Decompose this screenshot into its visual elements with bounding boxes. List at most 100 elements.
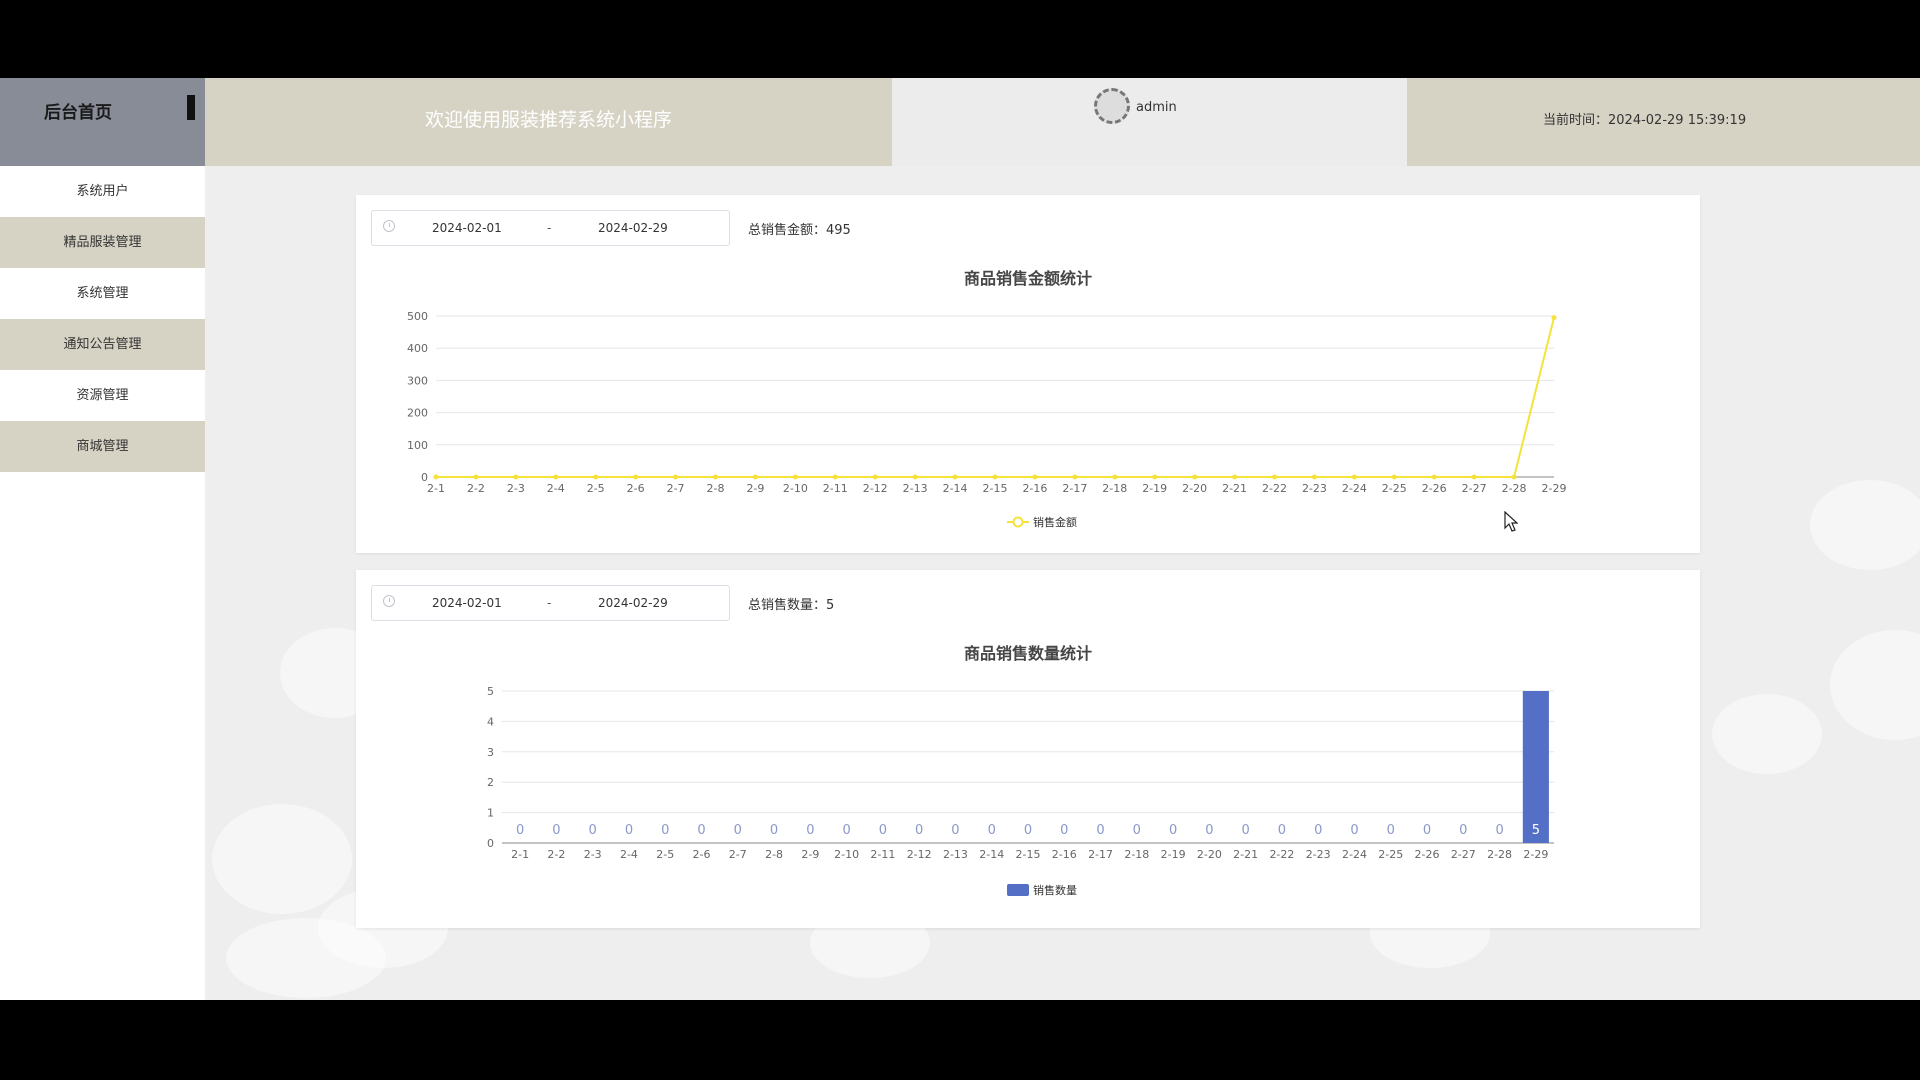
data-point: [713, 474, 718, 480]
sidebar-item-mall[interactable]: 商城管理: [0, 421, 205, 472]
data-point: [1471, 474, 1477, 480]
data-label: 0: [806, 823, 814, 838]
time-label: 当前时间：: [1543, 113, 1609, 128]
x-tick-label: 2-2: [547, 848, 565, 861]
sidebar-item-notices[interactable]: 通知公告管理: [0, 319, 205, 370]
bg-bubble: [1712, 694, 1822, 774]
x-tick-label: 2-18: [1124, 848, 1149, 861]
x-tick-label: 2-10: [783, 482, 808, 495]
data-point: [1192, 474, 1198, 480]
x-tick-label: 2-5: [656, 848, 674, 861]
x-tick-label: 2-18: [1102, 482, 1127, 495]
x-tick-label: 2-6: [693, 848, 711, 861]
x-tick-label: 2-5: [587, 482, 605, 495]
data-label: 0: [552, 823, 560, 838]
data-point: [1431, 474, 1437, 480]
legend-swatch: [1012, 516, 1024, 528]
data-point: [952, 474, 958, 480]
y-tick-label: 3: [487, 746, 494, 759]
data-label: 0: [879, 823, 887, 838]
data-point: [433, 474, 439, 480]
data-point: [872, 474, 878, 480]
y-tick-label: 100: [407, 439, 428, 452]
x-tick-label: 2-17: [1062, 482, 1087, 495]
x-tick-label: 2-23: [1306, 848, 1331, 861]
data-label: 0: [1350, 823, 1358, 838]
data-point: [752, 474, 758, 480]
x-tick-label: 2-14: [979, 848, 1004, 861]
y-tick-label: 0: [487, 837, 494, 850]
x-tick-label: 2-19: [1161, 848, 1186, 861]
data-point: [792, 474, 798, 480]
x-tick-label: 2-26: [1415, 848, 1440, 861]
y-tick-label: 300: [407, 374, 428, 387]
x-tick-label: 2-27: [1451, 848, 1476, 861]
x-tick-label: 2-15: [1016, 848, 1041, 861]
data-label: 0: [1024, 823, 1032, 838]
y-tick-label: 1: [487, 807, 494, 820]
data-point: [1152, 474, 1158, 480]
time-value: 2024-02-29 15:39:19: [1608, 113, 1747, 128]
data-point: [1072, 474, 1078, 480]
sidebar-item-system[interactable]: 系统管理: [0, 268, 205, 319]
x-tick-label: 2-3: [507, 482, 525, 495]
app-screen: 后台首页 欢迎使用服装推荐系统小程序 admin 当前时间：2024-02-29…: [0, 78, 1920, 1000]
x-tick-label: 2-9: [746, 482, 764, 495]
data-point: [1032, 474, 1038, 480]
x-tick-label: 2-27: [1462, 482, 1487, 495]
legend-label: 销售金额: [1033, 515, 1077, 529]
x-tick-label: 2-7: [667, 482, 685, 495]
x-tick-label: 2-26: [1422, 482, 1447, 495]
sidebar-item-users[interactable]: 系统用户: [0, 166, 205, 217]
x-tick-label: 2-1: [427, 482, 445, 495]
sidebar-item-clothing[interactable]: 精品服装管理: [0, 217, 205, 268]
logo-box[interactable]: 后台首页: [0, 78, 205, 166]
user-name[interactable]: admin: [1136, 100, 1177, 115]
x-tick-label: 2-15: [983, 482, 1008, 495]
x-tick-label: 2-24: [1342, 482, 1367, 495]
x-tick-label: 2-9: [801, 848, 819, 861]
x-tick-label: 2-13: [903, 482, 928, 495]
data-label: 0: [1423, 823, 1431, 838]
collapse-toggle-icon[interactable]: [187, 95, 195, 120]
sales-amount-card: 2024-02-01 - 2024-02-29 总销售金额：495 商品销售金额…: [356, 195, 1700, 553]
sidebar-item-resources[interactable]: 资源管理: [0, 370, 205, 421]
data-point: [1391, 474, 1397, 480]
data-label: 0: [697, 823, 705, 838]
data-point: [1551, 315, 1557, 321]
x-tick-label: 2-21: [1233, 848, 1258, 861]
x-tick-label: 2-1: [511, 848, 529, 861]
series-line: [436, 317, 1555, 478]
y-tick-label: 200: [407, 407, 428, 420]
x-tick-label: 2-29: [1523, 848, 1548, 861]
data-label: 0: [1495, 823, 1503, 838]
data-label: 0: [734, 823, 742, 838]
data-point: [593, 474, 599, 480]
y-tick-label: 4: [487, 715, 494, 728]
data-label: 0: [842, 823, 850, 838]
data-label: 0: [1133, 823, 1141, 838]
x-tick-label: 2-6: [627, 482, 645, 495]
x-tick-label: 2-28: [1487, 848, 1512, 861]
welcome-banner: 欢迎使用服装推荐系统小程序: [205, 78, 892, 166]
x-tick-label: 2-11: [823, 482, 848, 495]
bar: [1522, 691, 1549, 843]
data-point: [553, 474, 559, 480]
data-label: 0: [915, 823, 923, 838]
avatar[interactable]: [1094, 88, 1130, 124]
bg-bubble: [226, 918, 386, 998]
legend-swatch: [1007, 884, 1029, 896]
x-tick-label: 2-7: [729, 848, 747, 861]
bg-bubble: [1810, 480, 1920, 570]
x-tick-label: 2-8: [765, 848, 783, 861]
logo-title: 后台首页: [44, 103, 112, 123]
current-time: 当前时间：2024-02-29 15:39:19: [1407, 78, 1920, 166]
data-point: [992, 474, 998, 480]
y-tick-label: 5: [487, 685, 494, 698]
data-label: 0: [661, 823, 669, 838]
sidebar: 系统用户 精品服装管理 系统管理 通知公告管理 资源管理 商城管理: [0, 166, 205, 1000]
x-tick-label: 2-3: [584, 848, 602, 861]
data-point: [1511, 474, 1517, 480]
x-tick-label: 2-12: [907, 848, 932, 861]
x-tick-label: 2-20: [1197, 848, 1222, 861]
